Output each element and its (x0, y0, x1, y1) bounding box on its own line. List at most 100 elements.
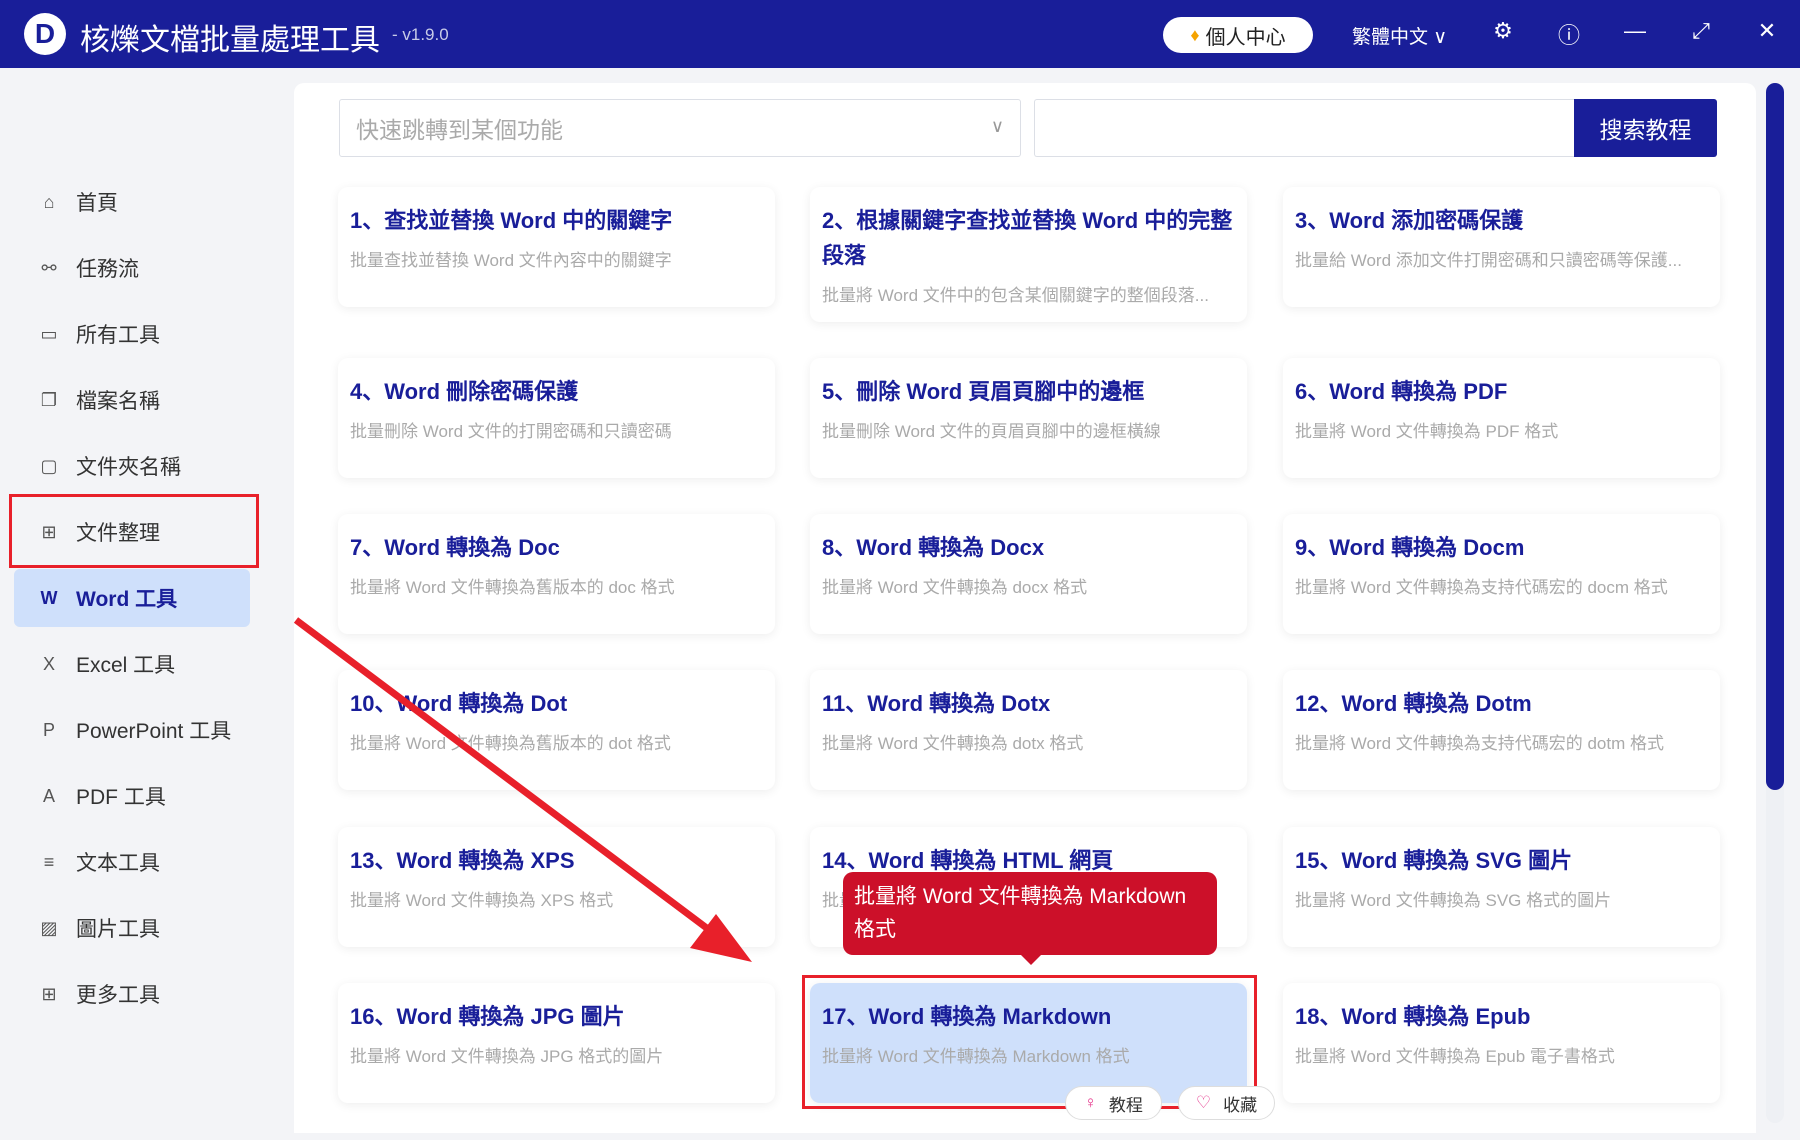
tool-card-title: 9、Word 轉換為 Docm (1295, 530, 1708, 565)
tool-card-title: 10、Word 轉換為 Dot (350, 686, 763, 721)
tool-card[interactable]: 10、Word 轉換為 Dot 批量將 Word 文件轉換為舊版本的 dot 格式 (338, 670, 775, 790)
annotation-highlight-box (9, 494, 259, 568)
app-logo-icon: D (24, 13, 66, 55)
sidebar-item-grid[interactable]: ⊞ 更多工具 (14, 965, 250, 1023)
tutorial-label: 教程 (1109, 1091, 1143, 1116)
tooltip: 批量將 Word 文件轉換為 Markdown 格式 (843, 872, 1217, 955)
sidebar-item-label: PDF 工具 (76, 781, 166, 811)
sidebar-item-label: 首頁 (76, 187, 118, 217)
sidebar-item-text[interactable]: ≡文本工具 (14, 833, 250, 891)
title-bar: D 核爍文檔批量處理工具 - v1.9.0 ♦個人中心 繁體中文 ∨ ⚙ ⓘ —… (0, 0, 1800, 68)
ppt-icon: P (38, 720, 60, 741)
sidebar-item-ppt[interactable]: P PowerPoint 工具 (14, 701, 250, 759)
tool-card[interactable]: 13、Word 轉換為 XPS 批量將 Word 文件轉換為 XPS 格式 (338, 827, 775, 947)
vip-gem-icon: ♦ (1190, 25, 1199, 46)
tool-card[interactable]: 6、Word 轉換為 PDF批量將 Word 文件轉換為 PDF 格式 (1283, 358, 1720, 478)
tool-card-description: 批量將 Word 文件轉換為舊版本的 dot 格式 (350, 729, 763, 754)
tool-card-description: 批量將 Word 文件轉換為舊版本的 doc 格式 (350, 573, 763, 598)
favorite-label: 收藏 (1223, 1091, 1257, 1116)
workflow-icon: ⚯ (38, 258, 60, 279)
tool-card-description: 批量將 Word 文件轉換為 XPS 格式 (350, 886, 763, 911)
tool-card-title: 3、Word 添加密碼保護 (1295, 203, 1708, 238)
sidebar-item-label: 任務流 (76, 253, 139, 283)
language-label: 繁體中文 (1352, 27, 1428, 48)
tool-card[interactable]: 15、Word 轉換為 SVG 圖片批量將 Word 文件轉換為 SVG 格式的… (1283, 827, 1720, 947)
scrollbar-thumb[interactable] (1766, 83, 1784, 790)
search-tutorial-button[interactable]: 搜索教程 (1574, 99, 1717, 157)
tool-card[interactable]: 3、Word 添加密碼保護批量給 Word 添加文件打開密碼和只讀密碼等保護..… (1283, 187, 1720, 307)
chevron-down-icon: ∨ (1433, 27, 1447, 48)
file-copy-icon: ❐ (38, 390, 60, 411)
tool-card[interactable]: 4、Word 刪除密碼保護批量刪除 Word 文件的打開密碼和只讀密碼 (338, 358, 775, 478)
tool-card-title: 18、Word 轉換為 Epub (1295, 999, 1708, 1034)
sidebar-item-monitor[interactable]: ▭ 所有工具 (14, 305, 250, 363)
sidebar-item-excel[interactable]: X Excel 工具 (14, 635, 250, 693)
tool-card-description: 批量將 Word 文件轉換為 docx 格式 (822, 573, 1235, 598)
sidebar-item-label: 所有工具 (76, 319, 160, 349)
word-icon: W (38, 588, 60, 609)
language-select[interactable]: 繁體中文 ∨ (1352, 22, 1447, 49)
tool-card-description: 批量將 Word 文件轉換為支持代碼宏的 docm 格式 (1295, 573, 1708, 598)
sidebar-item-label: Word 工具 (76, 583, 177, 613)
tool-card[interactable]: 9、Word 轉換為 Docm 批量將 Word 文件轉換為支持代碼宏的 docm… (1283, 514, 1720, 634)
bulb-icon: ♀ (1084, 1093, 1097, 1113)
jump-to-function-dropdown[interactable]: 快速跳轉到某個功能 ∨ (339, 99, 1021, 157)
tool-card[interactable]: 12、Word 轉換為 Dotm批量將 Word 文件轉換為支持代碼宏的 dot… (1283, 670, 1720, 790)
tool-card[interactable]: 2、根據關鍵字查找並替換 Word 中的完整段落批量將 Word 文件中的包含某… (810, 187, 1247, 322)
sidebar-item-word[interactable]: W Word 工具 (14, 569, 250, 627)
sidebar-item-home[interactable]: ⌂ 首頁 (14, 173, 250, 231)
sidebar-item-label: 文本工具 (76, 847, 160, 877)
help-icon[interactable]: ⓘ (1554, 18, 1584, 50)
sidebar-item-folder[interactable]: ▢ 文件夾名稱 (14, 437, 250, 495)
close-icon[interactable]: ✕ (1752, 18, 1782, 44)
tool-card-title: 4、Word 刪除密碼保護 (350, 374, 763, 409)
tool-card-title: 6、Word 轉換為 PDF (1295, 374, 1708, 409)
folder-icon: ▢ (38, 456, 60, 477)
tool-card-title: 8、Word 轉換為 Docx (822, 530, 1235, 565)
tutorial-search-input[interactable] (1034, 99, 1576, 157)
image-icon: ▨ (38, 918, 60, 939)
tool-card-title: 2、根據關鍵字查找並替換 Word 中的完整段落 (822, 203, 1235, 273)
tool-card[interactable]: 1、查找並替換 Word 中的關鍵字批量查找並替換 Word 文件內容中的關鍵字 (338, 187, 775, 307)
tool-card-description: 批量刪除 Word 文件的打開密碼和只讀密碼 (350, 417, 763, 442)
tool-card-description: 批量將 Word 文件轉換為 SVG 格式的圖片 (1295, 886, 1708, 911)
app-title: 核爍文檔批量處理工具 (80, 15, 380, 59)
tool-card[interactable]: 16、Word 轉換為 JPG 圖片批量將 Word 文件轉換為 JPG 格式的… (338, 983, 775, 1103)
favorite-button[interactable]: ♡ 收藏 (1178, 1086, 1275, 1120)
sidebar-item-pdf[interactable]: APDF 工具 (14, 767, 250, 825)
user-center-button[interactable]: ♦個人中心 (1163, 17, 1313, 53)
sidebar-item-file-copy[interactable]: ❐檔案名稱 (14, 371, 250, 429)
tool-card[interactable]: 7、Word 轉換為 Doc批量將 Word 文件轉換為舊版本的 doc 格式 (338, 514, 775, 634)
heart-icon: ♡ (1196, 1093, 1211, 1113)
settings-gear-icon[interactable]: ⚙ (1488, 18, 1518, 44)
tool-card-description: 批量將 Word 文件轉換為 dotx 格式 (822, 729, 1235, 754)
grid-icon: ⊞ (38, 984, 60, 1005)
app-version: - v1.9.0 (392, 25, 449, 45)
sidebar-item-label: Excel 工具 (76, 649, 175, 679)
dropdown-placeholder: 快速跳轉到某個功能 (356, 111, 563, 145)
tool-card[interactable]: 8、Word 轉換為 Docx 批量將 Word 文件轉換為 docx 格式 (810, 514, 1247, 634)
tool-card-title: 15、Word 轉換為 SVG 圖片 (1295, 843, 1708, 878)
tool-card-description: 批量查找並替換 Word 文件內容中的關鍵字 (350, 246, 763, 271)
tool-card[interactable]: 11、Word 轉換為 Dotx 批量將 Word 文件轉換為 dotx 格式 (810, 670, 1247, 790)
tool-card[interactable]: 18、Word 轉換為 Epub 批量將 Word 文件轉換為 Epub 電子書格… (1283, 983, 1720, 1103)
sidebar-item-label: 文件夾名稱 (76, 451, 181, 481)
sidebar-item-label: PowerPoint 工具 (76, 715, 231, 745)
tool-card-description: 批量將 Word 文件轉換為 JPG 格式的圖片 (350, 1042, 763, 1067)
minimize-icon[interactable]: — (1620, 18, 1650, 44)
tool-card-description: 批量將 Word 文件轉換為 Epub 電子書格式 (1295, 1042, 1708, 1067)
tutorial-button[interactable]: ♀ 教程 (1065, 1086, 1162, 1120)
sidebar-item-image[interactable]: ▨圖片工具 (14, 899, 250, 957)
home-icon: ⌂ (38, 192, 60, 213)
tool-card-title: 11、Word 轉換為 Dotx (822, 686, 1235, 721)
scrollbar[interactable] (1766, 83, 1784, 1123)
chevron-down-icon: ∨ (991, 116, 1004, 137)
tool-card-title: 16、Word 轉換為 JPG 圖片 (350, 999, 763, 1034)
monitor-icon: ▭ (38, 324, 60, 345)
sidebar-item-label: 更多工具 (76, 979, 160, 1009)
maximize-icon[interactable]: ⤢ (1686, 18, 1716, 44)
tool-card-title: 13、Word 轉換為 XPS (350, 843, 763, 878)
sidebar-item-workflow[interactable]: ⚯ 任務流 (14, 239, 250, 297)
tool-card[interactable]: 5、刪除 Word 頁眉頁腳中的邊框批量刪除 Word 文件的頁眉頁腳中的邊框橫… (810, 358, 1247, 478)
excel-icon: X (38, 654, 60, 675)
